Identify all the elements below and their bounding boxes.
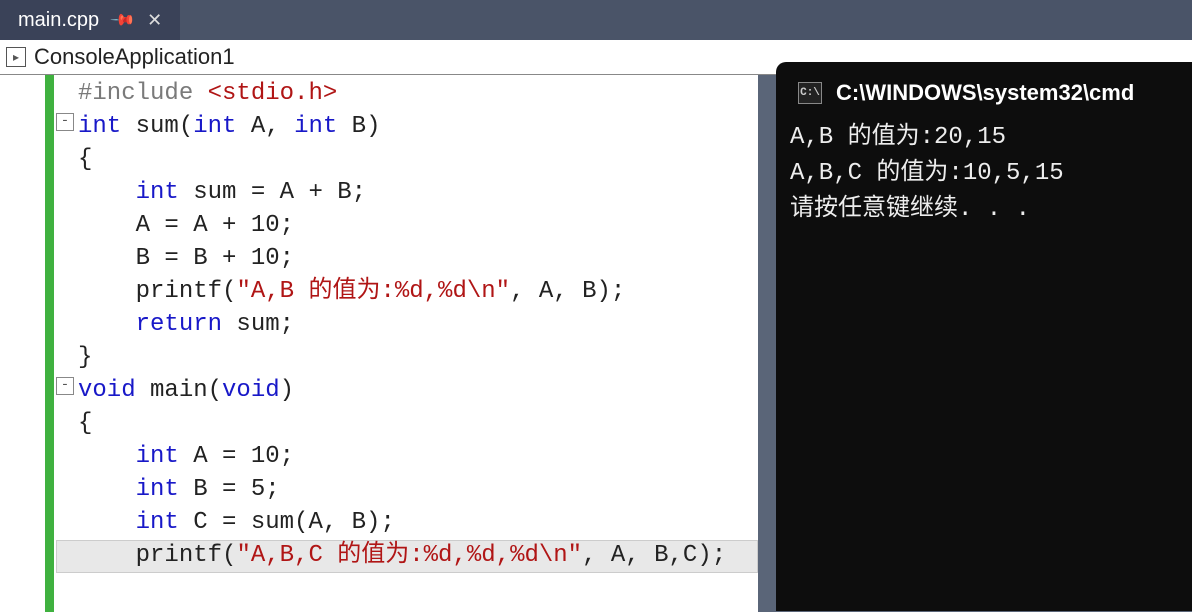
code-text — [78, 476, 136, 503]
terminal-line: 请按任意键继续. . . — [790, 196, 1030, 223]
preproc: #include — [78, 80, 208, 107]
code-text: printf( — [78, 542, 236, 569]
code-text: sum; — [222, 311, 294, 338]
code-text: A = A + 10; — [78, 212, 294, 239]
terminal-titlebar: C:\ C:\WINDOWS\system32\cmd — [776, 62, 1192, 116]
code-text: { — [78, 410, 92, 437]
code-text — [78, 179, 136, 206]
code-text: B = 5; — [179, 476, 280, 503]
code-text: main( — [136, 377, 222, 404]
keyword: int — [193, 113, 236, 140]
pin-icon[interactable]: 📌 — [109, 6, 137, 34]
tab-bar: main.cpp 📌 ✕ — [0, 0, 1192, 40]
tab-filename: main.cpp — [18, 9, 99, 32]
code-text: printf( — [78, 278, 236, 305]
terminal-title-text: C:\WINDOWS\system32\cmd — [836, 80, 1134, 106]
project-title: ConsoleApplication1 — [34, 44, 235, 70]
fold-button[interactable]: - — [56, 113, 74, 131]
code-text: B) — [337, 113, 380, 140]
project-icon: ▸ — [6, 47, 26, 67]
string: "A,B 的值为:%d,%d\n" — [236, 278, 510, 305]
terminal-line: A,B,C 的值为:10,5,15 — [790, 160, 1064, 187]
code-text: , A, B,C); — [582, 542, 726, 569]
include-path: <stdio.h> — [208, 80, 338, 107]
terminal-output: A,B 的值为:20,15 A,B,C 的值为:10,5,15 请按任意键继续.… — [776, 116, 1192, 232]
code-text: { — [78, 146, 92, 173]
keyword: int — [136, 476, 179, 503]
keyword: int — [136, 179, 179, 206]
code-text — [78, 509, 136, 536]
keyword: int — [294, 113, 337, 140]
code-text: ) — [280, 377, 294, 404]
string: "A,B,C 的值为:%d,%d,%d\n" — [236, 542, 582, 569]
code-text: } — [78, 344, 92, 371]
code-text — [78, 443, 136, 470]
code-text: B = B + 10; — [78, 245, 294, 272]
terminal-window[interactable]: C:\ C:\WINDOWS\system32\cmd A,B 的值为:20,1… — [776, 62, 1192, 611]
keyword: return — [136, 311, 222, 338]
code-text: A, — [236, 113, 294, 140]
code-text: sum( — [121, 113, 193, 140]
code-text — [78, 311, 136, 338]
keyword: int — [136, 443, 179, 470]
code-text: A = 10; — [179, 443, 294, 470]
code-text: sum = A + B; — [179, 179, 366, 206]
code-text: C = sum(A, B); — [179, 509, 395, 536]
code-editor[interactable]: - - #include <stdio.h> int sum(int A, in… — [0, 75, 758, 612]
cmd-icon: C:\ — [798, 82, 822, 104]
terminal-line: A,B 的值为:20,15 — [790, 124, 1006, 151]
fold-button[interactable]: - — [56, 377, 74, 395]
keyword: void — [78, 377, 136, 404]
keyword: void — [222, 377, 280, 404]
code-text: , A, B); — [510, 278, 625, 305]
file-tab[interactable]: main.cpp 📌 ✕ — [0, 0, 180, 40]
close-icon[interactable]: ✕ — [147, 10, 162, 31]
change-marker — [45, 75, 54, 612]
keyword: int — [78, 113, 121, 140]
keyword: int — [136, 509, 179, 536]
code-content[interactable]: #include <stdio.h> int sum(int A, int B)… — [78, 77, 726, 572]
